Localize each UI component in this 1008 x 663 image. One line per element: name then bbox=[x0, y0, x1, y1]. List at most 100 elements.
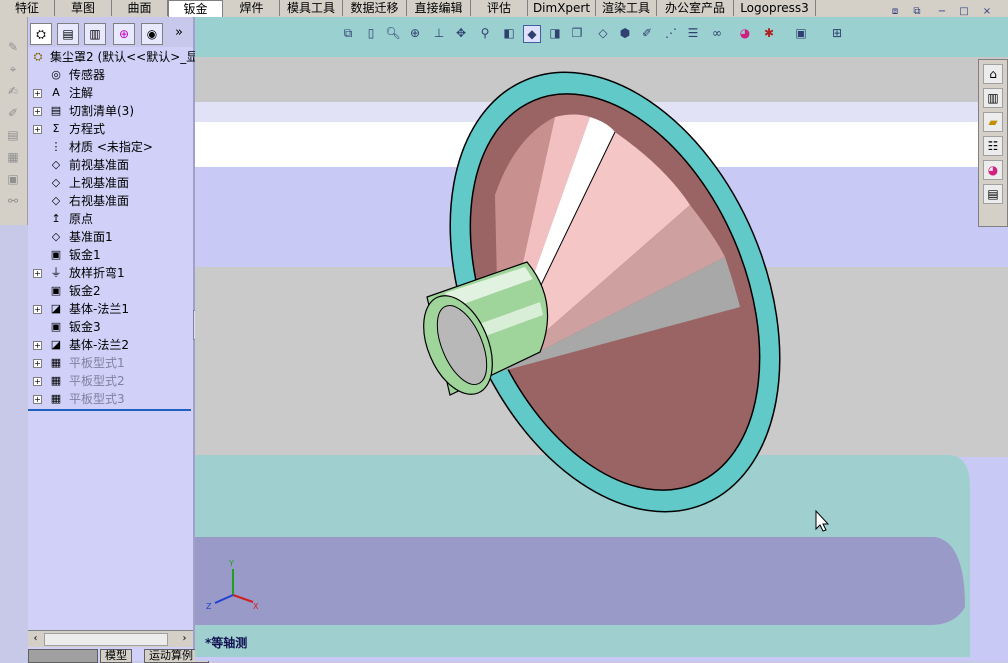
more-tabs-button[interactable]: » bbox=[175, 25, 183, 40]
tab-surfaces[interactable]: 曲面 bbox=[112, 0, 168, 16]
tab-sketch[interactable]: 草图 bbox=[55, 0, 112, 16]
tab-sheet-metal[interactable]: 钣金 bbox=[168, 0, 223, 18]
expand-toggle-icon[interactable]: + bbox=[33, 377, 42, 386]
tree-item-label: 钣金3 bbox=[69, 320, 101, 334]
zoom-in-out-icon[interactable]: ⊕ bbox=[407, 25, 423, 41]
hide-show-icon[interactable]: ◨ bbox=[547, 25, 563, 41]
tree-item[interactable]: ⋮ 材质 <未指定> bbox=[28, 138, 193, 156]
expand-toggle-icon[interactable]: + bbox=[33, 89, 42, 98]
file-explorer-icon[interactable]: ▰ bbox=[983, 112, 1003, 132]
display-manager-tab-icon[interactable]: ◉ bbox=[141, 23, 163, 45]
expand-toggle-icon[interactable]: + bbox=[33, 125, 42, 134]
tab-features[interactable]: 特征 bbox=[0, 0, 55, 16]
configuration-manager-tab-icon[interactable]: ▥ bbox=[84, 23, 106, 45]
tab-mold-tools[interactable]: 模具工具 bbox=[280, 0, 343, 16]
design-library-icon[interactable]: ▥ bbox=[983, 88, 1003, 108]
tree-item[interactable]: ◇ 上视基准面 bbox=[28, 174, 193, 192]
tree-item[interactable]: + ⏚ 放样折弯1 bbox=[28, 264, 193, 282]
custom-properties-icon[interactable]: ▤ bbox=[983, 184, 1003, 204]
graphics-area[interactable]: Y X Z ⧉ ▯ 🔍︎ ⊕ ⊥ ✥ ⚲ ◧ ◆ ◨ ❐ ◇ ⬢ ✐ ⋰ ☰ ∞… bbox=[195, 17, 1008, 661]
tree-item[interactable]: ▣ 钣金3 bbox=[28, 318, 193, 336]
tab-render-tools[interactable]: 渲染工具 bbox=[596, 0, 657, 16]
link-tool-icon[interactable]: ⚯ bbox=[5, 193, 21, 209]
curvature-icon[interactable]: ⋰ bbox=[663, 25, 679, 41]
tree-item[interactable]: + A 注解 bbox=[28, 84, 193, 102]
material-icon: ⋮ bbox=[50, 140, 62, 153]
scroll-left-icon[interactable]: ‹ bbox=[29, 632, 42, 645]
view-settings-icon[interactable]: ⬢ bbox=[617, 25, 633, 41]
scroll-right-icon[interactable]: › bbox=[178, 632, 191, 645]
sketch-icon[interactable]: ✐ bbox=[639, 25, 655, 41]
tree-item[interactable]: + ◪ 基体-法兰1 bbox=[28, 300, 193, 318]
expand-toggle-icon[interactable]: + bbox=[33, 359, 42, 368]
tree-item[interactable]: ▣ 钣金1 bbox=[28, 246, 193, 264]
home-icon[interactable]: ⌂ bbox=[983, 64, 1003, 84]
previous-view-icon[interactable]: ⧉ bbox=[340, 25, 356, 41]
tab-weldments[interactable]: 焊件 bbox=[224, 0, 280, 16]
scene-icon[interactable]: ◇ bbox=[595, 25, 611, 41]
tab-data-migration[interactable]: 数据迁移 bbox=[343, 0, 407, 16]
scroll-thumb[interactable] bbox=[44, 633, 168, 646]
tree-item[interactable]: ◇ 基准面1 bbox=[28, 228, 193, 246]
rotate-view-icon[interactable]: ⊥ bbox=[431, 25, 447, 41]
tree-item[interactable]: ◇ 前视基准面 bbox=[28, 156, 193, 174]
tab-office-products[interactable]: 办公室产品 bbox=[657, 0, 734, 16]
more-view-options-icon[interactable]: ⊞ bbox=[829, 25, 845, 41]
expand-toggle-icon[interactable]: + bbox=[33, 269, 42, 278]
tree-item[interactable]: + Σ 方程式 bbox=[28, 120, 193, 138]
annotation-tool-icon[interactable]: ✍ bbox=[5, 83, 21, 99]
view-palette-icon[interactable]: ☷ bbox=[983, 136, 1003, 156]
view-tool-icon[interactable]: ▣ bbox=[5, 171, 21, 187]
equation-icon: Σ bbox=[52, 122, 60, 135]
tree-item[interactable]: ◇ 右视基准面 bbox=[28, 192, 193, 210]
tab-logopress3[interactable]: Logopress3 bbox=[734, 0, 816, 16]
origin-icon: ↥ bbox=[51, 212, 61, 225]
dimension-tool-icon[interactable]: ⌖ bbox=[5, 61, 21, 77]
tree-item[interactable]: ◎ 传感器 bbox=[28, 66, 193, 84]
plane-icon: ◇ bbox=[51, 158, 61, 171]
triad-z-label: Z bbox=[206, 602, 212, 611]
triad-x-label: X bbox=[253, 602, 259, 611]
tree-item[interactable]: + ◪ 基体-法兰2 bbox=[28, 336, 193, 354]
feature-manager-tab-icon[interactable]: ⛭ bbox=[30, 23, 52, 45]
tree-item[interactable]: + ▦ 平板型式2 bbox=[28, 372, 193, 390]
tree-item[interactable]: + ▤ 切割清单(3) bbox=[28, 102, 193, 120]
tab-dimxpert[interactable]: DimXpert bbox=[528, 0, 596, 16]
note-tool-icon[interactable]: ✐ bbox=[5, 105, 21, 121]
tree-root[interactable]: ⛭ 集尘罩2 (默认<<默认>_显 bbox=[28, 48, 199, 66]
sketch-tool-icon[interactable]: ✎ bbox=[5, 39, 21, 55]
tree-item-label: 基准面1 bbox=[69, 230, 113, 244]
expand-toggle-icon[interactable]: + bbox=[33, 395, 42, 404]
tree-item[interactable]: + ▦ 平板型式3 bbox=[28, 390, 193, 408]
tree-item[interactable]: ▣ 钣金2 bbox=[28, 282, 193, 300]
property-manager-tab-icon[interactable]: ▤ bbox=[57, 23, 79, 45]
tree-item[interactable]: + ▦ 平板型式1 bbox=[28, 354, 193, 372]
tab-direct-editing[interactable]: 直接编辑 bbox=[407, 0, 471, 16]
expand-toggle-icon[interactable]: + bbox=[33, 341, 42, 350]
table-tool-icon[interactable]: ▤ bbox=[5, 127, 21, 143]
lines-icon[interactable]: ☰ bbox=[685, 25, 701, 41]
section-view-icon[interactable]: ⚲ bbox=[477, 25, 493, 41]
zoom-to-fit-icon[interactable]: ▯ bbox=[363, 25, 379, 41]
dimxpert-manager-tab-icon[interactable]: ⊕ bbox=[113, 23, 135, 45]
render-icon[interactable]: ✱ bbox=[761, 25, 777, 41]
base-flange-icon: ◪ bbox=[50, 302, 62, 315]
scene: Y X Z bbox=[195, 17, 1008, 657]
print-tool-icon[interactable]: ▦ bbox=[5, 149, 21, 165]
link-icon[interactable]: ∞ bbox=[709, 25, 725, 41]
monitor-icon[interactable]: ▣ bbox=[793, 25, 809, 41]
pan-icon[interactable]: ✥ bbox=[453, 25, 469, 41]
tree-item-label: 上视基准面 bbox=[69, 176, 130, 190]
tree-item[interactable]: ↥ 原点 bbox=[28, 210, 193, 228]
tab-evaluate[interactable]: 评估 bbox=[471, 0, 528, 16]
zoom-area-icon[interactable]: 🔍︎ bbox=[385, 25, 401, 41]
display-style-icon[interactable]: ◆ bbox=[523, 25, 541, 43]
appearance-icon[interactable]: ◕ bbox=[737, 25, 753, 41]
expand-toggle-icon[interactable]: + bbox=[33, 107, 42, 116]
rollback-bar[interactable] bbox=[28, 409, 191, 411]
horizontal-scrollbar[interactable]: ‹ › bbox=[28, 630, 193, 647]
expand-toggle-icon[interactable]: + bbox=[33, 305, 42, 314]
view-orientation-icon[interactable]: ◧ bbox=[501, 25, 517, 41]
edit-appearance-icon[interactable]: ❐ bbox=[569, 25, 585, 41]
appearances-icon[interactable]: ◕ bbox=[983, 160, 1003, 180]
